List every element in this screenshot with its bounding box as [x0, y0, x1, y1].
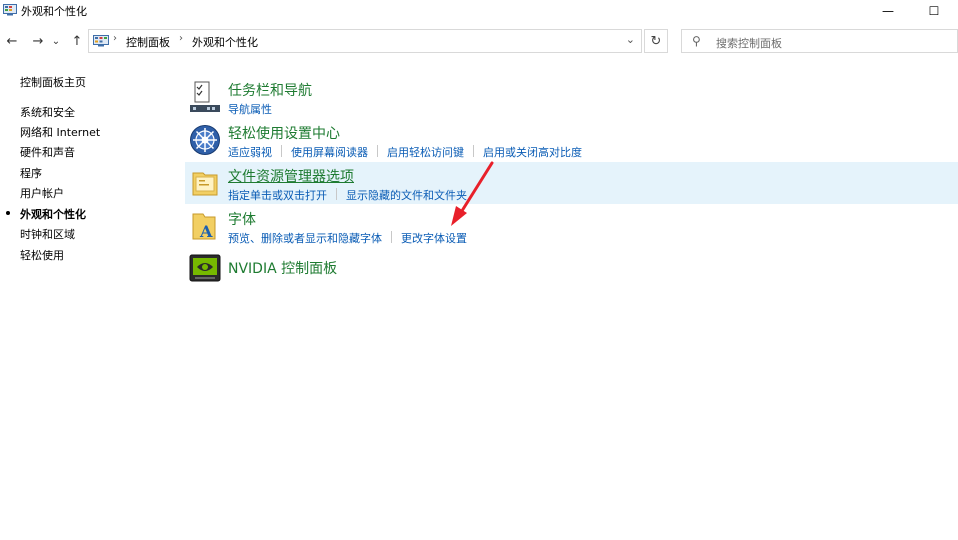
annotation-arrow	[451, 161, 494, 226]
